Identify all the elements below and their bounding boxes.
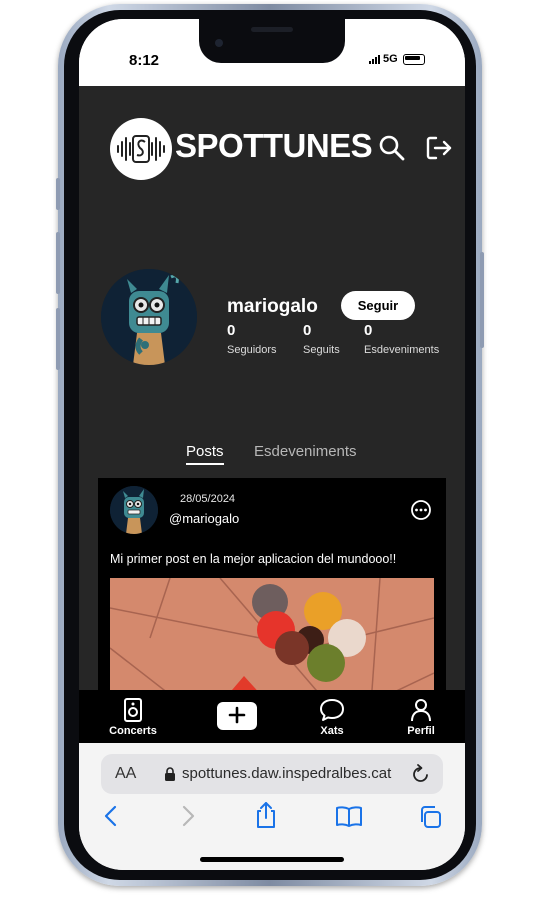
nav-concerts-label: Concerts [109, 725, 157, 737]
stat-following[interactable]: 0 Seguits [303, 322, 340, 356]
screen: 8:12 5G SPOTTUNES mariogalo Seguir 0 Seg… [79, 19, 465, 870]
status-bar: 8:12 5G [79, 19, 465, 86]
lock-icon [165, 767, 175, 781]
post-username[interactable]: @mariogalo [169, 511, 239, 526]
mute-switch [56, 178, 60, 210]
stat-following-value: 0 [303, 322, 312, 339]
bottom-nav: Concerts Xats Perfil [79, 690, 465, 743]
back-icon[interactable] [103, 805, 119, 827]
logo-icon[interactable] [110, 118, 172, 180]
stat-followers-label: Seguidors [227, 344, 277, 356]
status-time: 8:12 [129, 52, 160, 69]
post-text: Mi primer post en la mejor aplicacion de… [110, 552, 397, 566]
stat-following-label: Seguits [303, 344, 340, 356]
profile-username: mariogalo [227, 296, 318, 317]
nav-concerts[interactable]: Concerts [107, 698, 159, 737]
volume-up-button [56, 232, 60, 294]
stat-followers-value: 0 [227, 322, 236, 339]
tab-posts[interactable]: Posts [186, 443, 224, 465]
home-indicator[interactable] [200, 857, 344, 862]
stat-events-value: 0 [364, 322, 373, 339]
follow-button[interactable]: Seguir [341, 291, 415, 320]
battery-icon [402, 53, 425, 65]
reload-icon[interactable] [411, 763, 431, 785]
nav-chats-label: Xats [320, 725, 344, 737]
app-header: SPOTTUNES [79, 86, 465, 214]
profile-avatar[interactable] [101, 269, 197, 365]
nav-profile[interactable]: Perfil [401, 698, 441, 737]
post-card[interactable]: 28/05/2024 @mariogalo Mi primer post en … [98, 478, 446, 690]
forward-icon[interactable] [180, 805, 196, 827]
url-text[interactable]: spottunes.daw.inspedralbes.cat [182, 765, 391, 782]
plus-icon [228, 706, 246, 723]
post-image[interactable] [110, 578, 434, 690]
status-indicators: 5G [369, 53, 425, 65]
speaker [251, 27, 293, 32]
address-bar[interactable]: AA spottunes.daw.inspedralbes.cat [101, 754, 443, 794]
more-options-icon[interactable] [410, 499, 432, 521]
notch [199, 19, 345, 63]
post-avatar[interactable] [110, 486, 158, 534]
logout-icon[interactable] [425, 134, 453, 162]
search-icon[interactable] [378, 134, 406, 162]
network-label: 5G [383, 53, 398, 65]
speaker-icon [124, 698, 142, 722]
app-content: SPOTTUNES mariogalo Seguir 0 Seguidors 0… [79, 86, 465, 690]
stat-followers[interactable]: 0 Seguidors [227, 322, 277, 356]
share-icon[interactable] [254, 801, 278, 829]
front-camera [215, 39, 223, 47]
power-button [480, 252, 484, 348]
signal-icon [369, 54, 380, 64]
browser-chrome: AA spottunes.daw.inspedralbes.cat [79, 743, 465, 870]
reader-aa-button[interactable]: AA [115, 765, 136, 783]
tab-events[interactable]: Esdeveniments [254, 443, 357, 460]
stat-events-label: Esdeveniments [364, 344, 440, 356]
chat-icon [320, 699, 344, 721]
nav-profile-label: Perfil [407, 725, 435, 737]
add-post-button[interactable] [217, 702, 257, 730]
user-icon [411, 699, 431, 722]
bookmarks-icon[interactable] [335, 805, 363, 827]
volume-down-button [56, 308, 60, 370]
brand-title: SPOTTUNES [175, 127, 373, 164]
stat-events[interactable]: 0 Esdeveniments [364, 322, 439, 356]
tabs-icon[interactable] [418, 805, 442, 829]
nav-chats[interactable]: Xats [315, 698, 349, 737]
post-date: 28/05/2024 [180, 493, 236, 505]
